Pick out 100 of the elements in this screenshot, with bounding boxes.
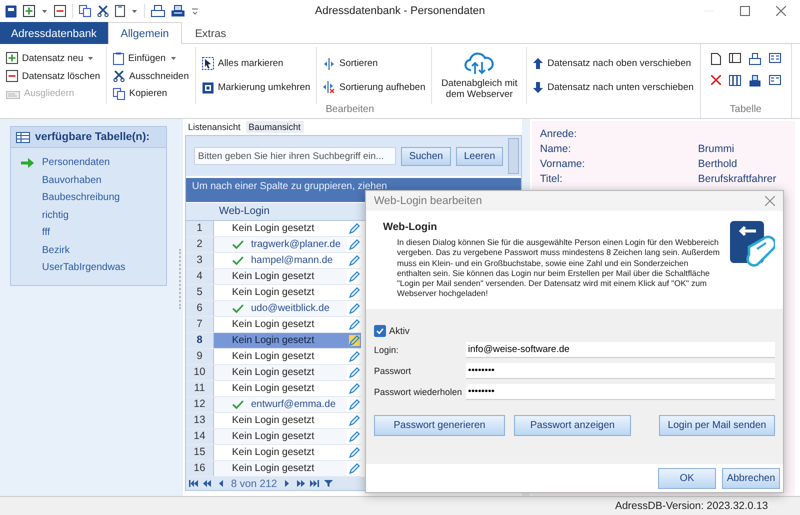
- table-row[interactable]: 10 Kein Login gesetzt: [186, 365, 361, 381]
- delete-icon[interactable]: [710, 75, 721, 85]
- pencil-icon[interactable]: [348, 383, 360, 394]
- pencil-icon[interactable]: [348, 447, 360, 458]
- ribbon-button[interactable]: Kopieren: [111, 86, 191, 100]
- table-row[interactable]: 6 udo@weitblick.de: [186, 301, 361, 317]
- table-row[interactable]: 12 entwurf@emma.de: [186, 397, 361, 413]
- pencil-icon[interactable]: [348, 335, 360, 346]
- pencil-icon[interactable]: [348, 223, 360, 234]
- dialog-button[interactable]: Abbrechen: [722, 468, 780, 488]
- ribbon-button[interactable]: Datensatz nach unten verschieben: [531, 80, 696, 94]
- cloud-sync-icon[interactable]: [464, 52, 494, 76]
- ribbon-tab[interactable]: Allgemein: [108, 22, 182, 45]
- pencil-icon[interactable]: [348, 255, 360, 266]
- next-page-icon[interactable]: [296, 480, 306, 487]
- pencil-icon[interactable]: [348, 271, 360, 282]
- ribbon-button[interactable]: Datensatz nach oben verschieben: [531, 57, 696, 70]
- clipboard-icon[interactable]: [113, 52, 124, 64]
- columns-icon[interactable]: [728, 75, 741, 86]
- pencil-icon[interactable]: [348, 351, 360, 362]
- table-list-item[interactable]: UserTabIrgendwas: [21, 262, 126, 274]
- table-list-item[interactable]: Personendaten: [21, 157, 110, 168]
- table-row[interactable]: 8 Kein Login gesetzt: [186, 333, 361, 349]
- table-row[interactable]: 4 Kein Login gesetzt: [186, 269, 361, 285]
- ribbon-button[interactable]: Sortierung aufheben: [321, 80, 428, 94]
- pencil-icon[interactable]: [348, 415, 360, 426]
- ribbon-button[interactable]: Ausschneiden: [111, 69, 191, 83]
- panel-icon[interactable]: [728, 53, 741, 63]
- previous-page-icon[interactable]: [203, 480, 212, 487]
- arrow-down-icon[interactable]: [533, 82, 544, 93]
- input-field[interactable]: info@weise-software.de: [466, 342, 775, 358]
- minus-box-icon[interactable]: [54, 5, 66, 17]
- action-button[interactable]: Passwort anzeigen: [514, 415, 631, 436]
- action-button[interactable]: Login per Mail senden: [659, 415, 775, 436]
- notebook-icon[interactable]: [5, 4, 17, 18]
- filter-icon[interactable]: [324, 480, 334, 487]
- view-tab[interactable]: Baumansicht: [246, 121, 304, 133]
- ribbon-tab[interactable]: Extras: [182, 22, 240, 44]
- table-row[interactable]: 14 Kein Login gesetzt: [186, 429, 361, 445]
- ribbon-button[interactable]: Datenabgleich mit dem Webserver: [436, 50, 522, 100]
- ribbon-button[interactable]: Alles markieren: [200, 56, 312, 72]
- arrow-up-icon[interactable]: [533, 58, 544, 70]
- ribbon-tab[interactable]: Adressdatenbank: [0, 22, 108, 44]
- form-icon[interactable]: [768, 75, 781, 86]
- new-page-icon[interactable]: [710, 53, 721, 65]
- close-icon[interactable]: [765, 196, 775, 206]
- last-icon[interactable]: [310, 480, 320, 487]
- plus-box-icon[interactable]: [6, 52, 18, 64]
- printer-icon[interactable]: [748, 53, 761, 65]
- checkbox[interactable]: [374, 325, 386, 337]
- table-list-item[interactable]: fff: [21, 227, 50, 238]
- print-preview-icon[interactable]: [748, 75, 761, 87]
- plus-box-icon[interactable]: [23, 5, 35, 17]
- input-field[interactable]: ••••••••: [466, 362, 775, 378]
- search-button[interactable]: Suchen: [401, 146, 451, 166]
- form-icon[interactable]: [768, 53, 781, 64]
- ribbon-button[interactable]: Datensatz neu: [4, 51, 102, 65]
- pencil-icon[interactable]: [348, 319, 360, 330]
- input-field[interactable]: ••••••••: [466, 384, 775, 400]
- pencil-icon[interactable]: [348, 463, 360, 474]
- scissors-icon[interactable]: [97, 5, 109, 17]
- next-icon[interactable]: [282, 480, 292, 487]
- first-icon[interactable]: [189, 480, 198, 487]
- dialog-button[interactable]: OK: [658, 468, 716, 488]
- pencil-icon[interactable]: [348, 399, 360, 410]
- search-field[interactable]: Bitten geben Sie hier ihren Suchbegriff ein...: [194, 147, 396, 165]
- pencil-icon[interactable]: [348, 287, 360, 298]
- pencil-icon[interactable]: [348, 303, 360, 314]
- copy-icon[interactable]: [79, 5, 91, 17]
- previous-icon[interactable]: [217, 480, 226, 487]
- ribbon-button[interactable]: Sortieren: [321, 56, 428, 71]
- table-list-item[interactable]: richtig: [21, 210, 69, 221]
- sort-icon[interactable]: [323, 58, 336, 70]
- pencil-icon[interactable]: [348, 431, 360, 442]
- table-row[interactable]: 2 tragwerk@planer.de: [186, 237, 361, 253]
- group-label: Bearbeiten: [324, 104, 376, 117]
- table-list-item[interactable]: Bezirk: [21, 244, 70, 256]
- page-icon[interactable]: [115, 5, 125, 17]
- sort-clear-icon[interactable]: [323, 81, 336, 94]
- ribbon-button[interactable]: Einfügen: [111, 50, 191, 66]
- cursor-icon[interactable]: [202, 57, 214, 70]
- action-button[interactable]: Passwort generieren: [374, 415, 505, 436]
- close-icon[interactable]: [776, 6, 786, 16]
- search-button[interactable]: Leeren: [456, 146, 504, 166]
- printer-icon[interactable]: [151, 5, 165, 17]
- scissors-icon[interactable]: [113, 70, 126, 82]
- pencil-icon[interactable]: [348, 367, 360, 378]
- invert-selection-icon[interactable]: [202, 82, 214, 94]
- customize-toolbar-icon[interactable]: [191, 7, 199, 15]
- table-list-item[interactable]: Bauvorhaben: [21, 174, 102, 186]
- copy-icon[interactable]: [113, 88, 126, 100]
- pencil-icon[interactable]: [348, 239, 360, 250]
- table-list-item[interactable]: Baubeschreibung: [21, 192, 120, 204]
- minus-box-icon[interactable]: [6, 70, 18, 82]
- ribbon-button[interactable]: Markierung umkehren: [200, 80, 312, 95]
- ribbon-button[interactable]: Datensatz löschen: [4, 69, 102, 83]
- print-preview-icon[interactable]: [171, 5, 185, 17]
- maximize-icon[interactable]: [740, 6, 750, 16]
- scrollbar[interactable]: [508, 138, 519, 174]
- table-row[interactable]: 16 Kein Login gesetzt: [186, 461, 361, 477]
